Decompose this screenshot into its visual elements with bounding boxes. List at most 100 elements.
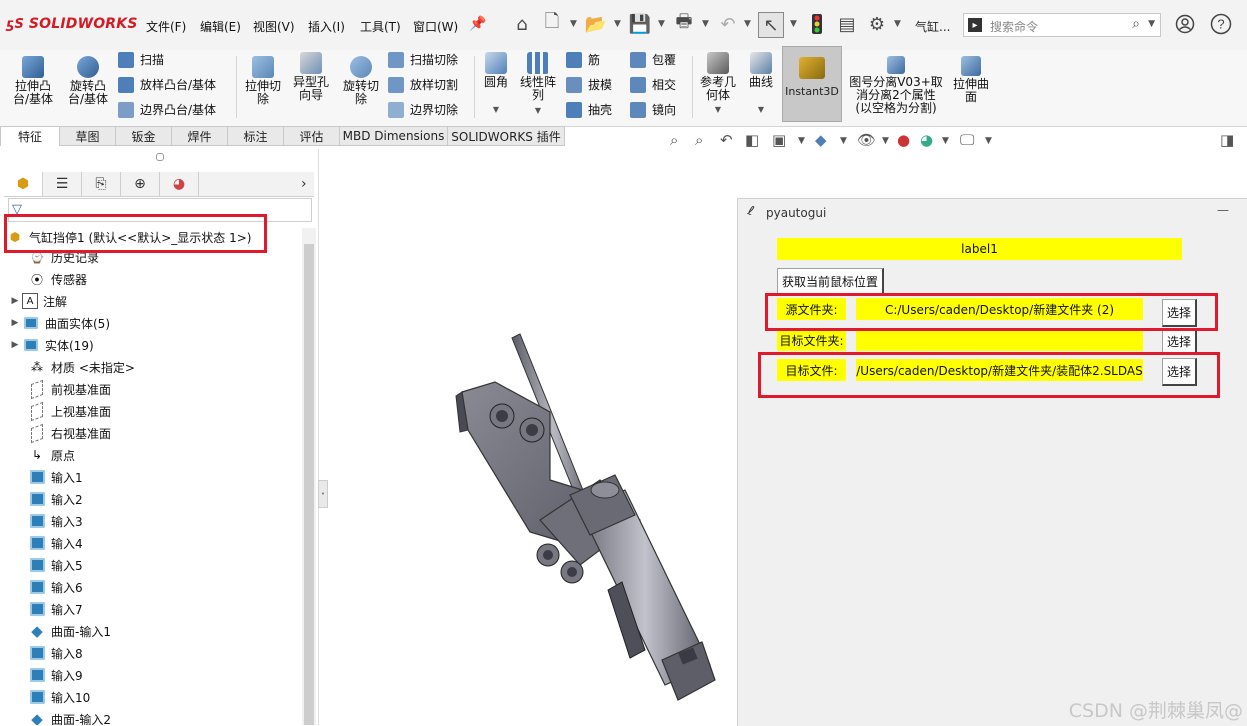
chevron-down-icon[interactable]: ▼: [798, 136, 805, 146]
mirror-button[interactable]: 镜向: [630, 101, 676, 118]
menu-insert[interactable]: 插入(I): [308, 18, 345, 35]
chevron-down-icon[interactable]: ▼: [1148, 19, 1155, 29]
macro-split-button[interactable]: 图号分离V03+取消分离2个属性(以空格为分割): [848, 56, 944, 115]
tree-item-material[interactable]: ⁂ 材质 <未指定>: [28, 356, 135, 378]
panel-grip[interactable]: [156, 153, 164, 161]
display-manager-tab[interactable]: ◕: [160, 172, 199, 196]
collapse-panel-icon[interactable]: ◨: [1220, 131, 1234, 149]
tree-item-import10[interactable]: 输入10: [28, 686, 90, 708]
tab-mbd-dimensions[interactable]: MBD Dimensions: [340, 126, 448, 146]
tree-item-import3[interactable]: 输入3: [28, 510, 83, 532]
feature-tree-tab[interactable]: ⬢: [4, 172, 43, 196]
instant3d-toggle[interactable]: Instant3D: [782, 46, 842, 122]
reference-geometry-button[interactable]: 参考几何体 ▼: [696, 52, 740, 116]
chevron-down-icon[interactable]: ▼: [570, 19, 577, 29]
tab-sheet-metal[interactable]: 钣金: [116, 126, 172, 146]
wrap-button[interactable]: 包覆: [630, 51, 676, 68]
expand-arrow-icon[interactable]: ▶: [8, 340, 22, 350]
expand-arrow-icon[interactable]: ▶: [8, 296, 22, 306]
intersect-button[interactable]: 相交: [630, 76, 676, 93]
pin-icon[interactable]: 📌: [466, 12, 490, 36]
menu-edit[interactable]: 编辑(E): [200, 18, 241, 35]
configuration-manager-tab[interactable]: ⎘: [82, 172, 121, 196]
menu-file[interactable]: 文件(F): [146, 18, 186, 35]
tab-sketch[interactable]: 草图: [60, 126, 116, 146]
tree-item-right-plane[interactable]: 右视基准面: [28, 422, 111, 444]
curves-button[interactable]: 曲线 ▼: [744, 52, 778, 116]
chevron-down-icon[interactable]: ▼: [715, 103, 721, 116]
open-file-icon[interactable]: 📂: [584, 12, 608, 36]
extrude-boss-button[interactable]: 拉伸凸台/基体: [8, 56, 58, 106]
section-view-icon[interactable]: ◧: [745, 131, 759, 149]
chevron-down-icon[interactable]: ▼: [493, 103, 499, 116]
revolve-boss-button[interactable]: 旋转凸台/基体: [62, 56, 114, 106]
tree-item-import5[interactable]: 输入5: [28, 554, 83, 576]
chevron-down-icon[interactable]: ▼: [985, 136, 992, 146]
tree-scrollbar-thumb[interactable]: [304, 244, 314, 725]
tree-item-origin[interactable]: ↳ 原点: [28, 444, 75, 466]
sweep-button[interactable]: 扫描: [118, 51, 164, 68]
view-settings-icon[interactable]: 🖵: [960, 131, 974, 149]
zoom-to-fit-icon[interactable]: ⌕: [670, 131, 678, 149]
tab-solidworks-addins[interactable]: SOLIDWORKS 插件: [448, 126, 565, 146]
hide-show-items-icon[interactable]: 👁: [857, 131, 876, 149]
chevron-down-icon[interactable]: ▼: [658, 19, 665, 29]
tree-item-import1[interactable]: 输入1: [28, 466, 83, 488]
chevron-down-icon[interactable]: ▼: [758, 103, 764, 116]
save-icon[interactable]: 💾: [628, 12, 652, 36]
chevron-down-icon[interactable]: ▼: [702, 19, 709, 29]
tree-item-surface-import2[interactable]: ◆ 曲面-输入2: [28, 708, 111, 725]
rib-button[interactable]: 筋: [566, 51, 600, 68]
user-account-icon[interactable]: [1173, 12, 1197, 36]
tree-item-annotations[interactable]: ▶ A 注解: [8, 290, 67, 312]
print-icon[interactable]: 🖶: [672, 11, 696, 36]
loft-cut-button[interactable]: 放样切割: [388, 76, 458, 93]
chevron-down-icon[interactable]: ▼: [840, 136, 847, 146]
menu-tools[interactable]: 工具(T): [360, 18, 401, 35]
zoom-to-area-icon[interactable]: ⌕: [695, 131, 703, 149]
chevron-down-icon[interactable]: ▼: [614, 19, 621, 29]
menu-view[interactable]: 视图(V): [253, 18, 295, 35]
tree-item-surface-bodies[interactable]: ▶ 曲面实体(5): [8, 312, 110, 334]
apply-scene-icon[interactable]: ◕: [920, 131, 933, 149]
get-mouse-position-button[interactable]: 获取当前鼠标位置: [777, 268, 884, 296]
minimize-button[interactable]: —: [1217, 203, 1229, 217]
draft-button[interactable]: 拔模: [566, 76, 612, 93]
view-orientation-icon[interactable]: ▣: [772, 131, 786, 149]
boundary-boss-button[interactable]: 边界凸台/基体: [118, 101, 216, 118]
gear-icon[interactable]: ⚙: [865, 12, 889, 36]
linear-pattern-button[interactable]: 线性阵列 ▼: [516, 52, 560, 117]
tab-weldments[interactable]: 焊件: [172, 126, 228, 146]
fillet-button[interactable]: 圆角 ▼: [478, 52, 514, 116]
previous-view-icon[interactable]: ↶: [720, 131, 733, 149]
search-icon[interactable]: ⌕: [1132, 16, 1140, 32]
chevron-down-icon[interactable]: ▼: [790, 19, 797, 29]
edit-appearance-icon[interactable]: ●: [897, 131, 910, 149]
tree-item-import2[interactable]: 输入2: [28, 488, 83, 510]
search-command-box[interactable]: ▸ 搜索命令 ⌕ ▼: [963, 13, 1161, 37]
undo-icon[interactable]: ↶: [716, 12, 740, 36]
tree-item-import6[interactable]: 输入6: [28, 576, 83, 598]
chevron-down-icon[interactable]: ▼: [882, 136, 889, 146]
file-properties-icon[interactable]: ▤: [835, 12, 859, 36]
menu-window[interactable]: 窗口(W): [413, 18, 458, 35]
chevron-down-icon[interactable]: ▼: [744, 19, 751, 29]
property-manager-tab[interactable]: ☰: [43, 172, 82, 196]
chevron-right-icon[interactable]: ›: [301, 176, 307, 192]
sweep-cut-button[interactable]: 扫描切除: [388, 51, 458, 68]
loft-boss-button[interactable]: 放样凸台/基体: [118, 76, 216, 93]
display-style-icon[interactable]: ◆: [815, 131, 827, 149]
expand-arrow-icon[interactable]: ▶: [8, 318, 22, 328]
revolve-cut-button[interactable]: 旋转切除: [338, 56, 384, 106]
tree-item-front-plane[interactable]: 前视基准面: [28, 378, 111, 400]
dimxpert-tab[interactable]: ⊕: [121, 172, 160, 196]
tab-markup[interactable]: 标注: [228, 126, 284, 146]
tree-item-import8[interactable]: 输入8: [28, 642, 83, 664]
new-file-icon[interactable]: 🗋: [540, 11, 564, 36]
chevron-down-icon[interactable]: ▼: [535, 104, 541, 117]
tree-item-solid-bodies[interactable]: ▶ 实体(19): [8, 334, 94, 356]
tree-item-import9[interactable]: 输入9: [28, 664, 83, 686]
help-icon[interactable]: ?: [1209, 12, 1233, 36]
shell-button[interactable]: 抽壳: [566, 101, 612, 118]
pull-surface-button[interactable]: 拉伸曲面: [948, 56, 994, 104]
